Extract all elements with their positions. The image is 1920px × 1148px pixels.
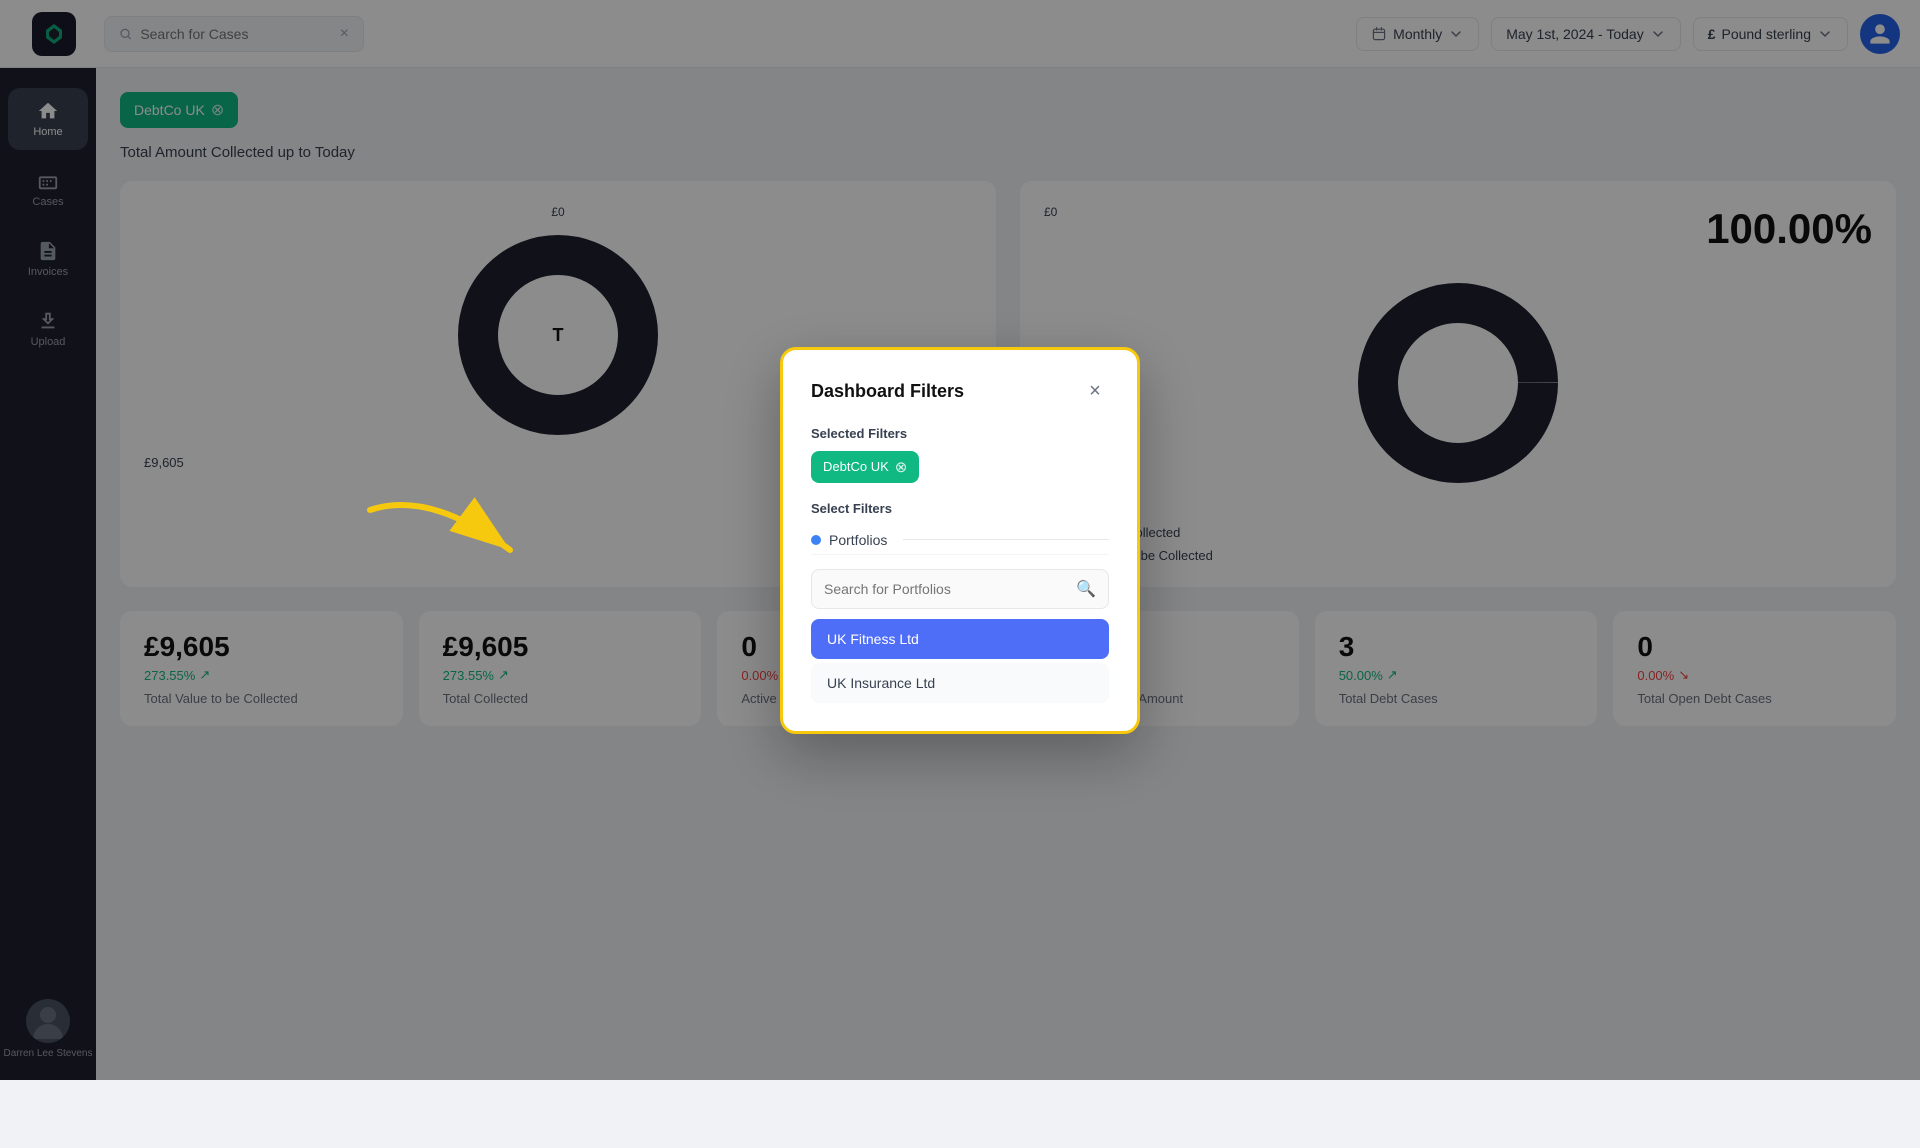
modal-overlay[interactable]: Dashboard Filters × Selected Filters Deb… xyxy=(0,0,1920,1080)
filter-section-portfolios: Portfolios xyxy=(811,526,1109,555)
selected-filters-label: Selected Filters xyxy=(811,426,1109,441)
select-filters-label: Select Filters xyxy=(811,501,1109,516)
selected-chips-row: DebtCo UK ⊗ xyxy=(811,451,1109,483)
portfolio-list: UK Fitness Ltd UK Insurance Ltd xyxy=(811,619,1109,703)
portfolio-item-label-1: UK Insurance Ltd xyxy=(827,675,935,691)
modal-close-button[interactable]: × xyxy=(1081,378,1109,406)
search-portfolios-input[interactable] xyxy=(824,581,1068,597)
selected-chip-debtco[interactable]: DebtCo UK ⊗ xyxy=(811,451,919,483)
filter-option-portfolios[interactable]: Portfolios xyxy=(811,526,1109,555)
search-portfolios-icon: 🔍 xyxy=(1076,579,1096,599)
filter-option-label-portfolios: Portfolios xyxy=(829,532,887,548)
search-portfolios-bar[interactable]: 🔍 xyxy=(811,569,1109,609)
modal-header: Dashboard Filters × xyxy=(811,378,1109,406)
chip-remove-icon[interactable]: ⊗ xyxy=(895,458,908,476)
modal-title: Dashboard Filters xyxy=(811,381,964,402)
portfolio-item-1[interactable]: UK Insurance Ltd xyxy=(811,663,1109,703)
filter-dot-portfolios xyxy=(811,535,821,545)
filter-divider xyxy=(903,539,1109,540)
portfolio-item-0[interactable]: UK Fitness Ltd xyxy=(811,619,1109,659)
filter-options-list: Portfolios xyxy=(811,526,1109,555)
portfolio-item-label-0: UK Fitness Ltd xyxy=(827,631,919,647)
dashboard-filters-modal: Dashboard Filters × Selected Filters Deb… xyxy=(780,347,1140,734)
arrow-annotation xyxy=(350,480,570,605)
selected-chip-label: DebtCo UK xyxy=(823,459,889,474)
